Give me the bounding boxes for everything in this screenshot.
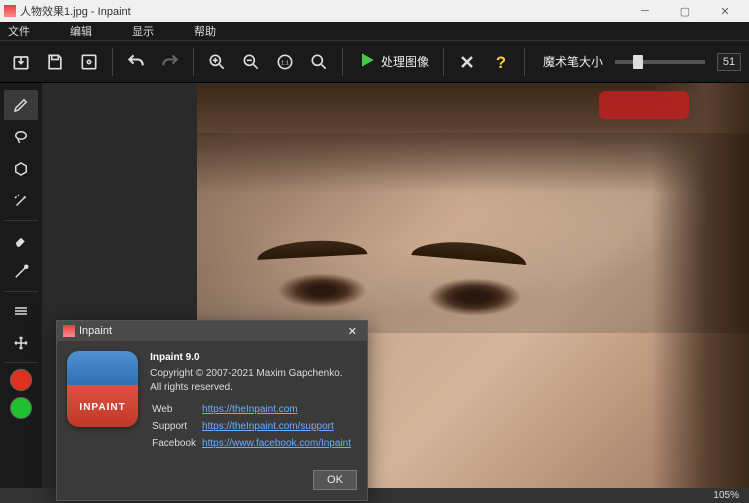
zoom-level: 105% [713,490,739,501]
close-button[interactable]: ✕ [705,0,745,22]
about-dialog: Inpaint ✕ INPAINT Inpaint 9.0 Copyright … [56,320,368,501]
app-logo-icon: INPAINT [67,351,138,427]
svg-text:1:1: 1:1 [281,60,289,66]
link-label: Web [152,403,200,418]
dialog-close-button[interactable]: ✕ [344,325,361,338]
green-color[interactable] [10,397,32,419]
zoom-in-button[interactable] [202,47,232,77]
red-color[interactable] [10,369,32,391]
copyright-text: Copyright © 2007-2021 Maxim Gapchenko. [150,367,357,381]
separator [193,48,194,76]
undo-button[interactable] [121,47,151,77]
separator [4,362,38,363]
version-heading: Inpaint 9.0 [150,351,357,365]
appname: Inpaint [98,6,131,18]
sidebar [0,83,42,488]
app-icon [4,5,16,17]
separator [112,48,113,76]
eraser-tool[interactable] [4,225,38,255]
dialog-footer: OK [57,464,367,500]
maximize-button[interactable]: ▢ [665,0,705,22]
cancel-button[interactable] [452,47,482,77]
separator [4,291,38,292]
about-info: Inpaint 9.0 Copyright © 2007-2021 Maxim … [150,351,357,454]
menu-view[interactable]: 显示 [132,23,154,39]
links-table: Webhttps://theInpaint.com Supporthttps:/… [150,401,357,454]
svg-text:?: ? [496,52,506,71]
play-icon [357,50,377,73]
ok-button[interactable]: OK [313,470,357,490]
dialog-body: INPAINT Inpaint 9.0 Copyright © 2007-202… [57,341,367,464]
dialog-app-icon [63,325,75,337]
web-link[interactable]: https://theInpaint.com [202,404,298,415]
toolbar: 1:1 处理图像 ? 魔术笔大小 [0,40,749,83]
filename: 人物效果1.jpg [20,6,88,18]
marker-tool[interactable] [4,90,38,120]
brush-size-slider[interactable] [615,60,705,64]
minimize-button[interactable]: ─ [625,0,665,22]
dialog-titlebar: Inpaint ✕ [57,321,367,341]
zoom-out-button[interactable] [236,47,266,77]
save-button[interactable] [40,47,70,77]
menu-help[interactable]: 帮助 [194,23,216,39]
separator [443,48,444,76]
zoom-fit-button[interactable] [304,47,334,77]
link-label: Support [152,420,200,435]
brush-size-input[interactable] [717,53,741,71]
link-label: Facebook [152,437,200,452]
redo-button[interactable] [155,47,185,77]
brush-size-label: 魔术笔大小 [543,53,603,70]
zoom-100-button[interactable]: 1:1 [270,47,300,77]
titlebar: 人物效果1.jpg - Inpaint ─ ▢ ✕ [0,0,749,22]
lasso-tool[interactable] [4,122,38,152]
support-link[interactable]: https://theInpaint.com/support [202,421,334,432]
move-tool[interactable] [4,328,38,358]
menubar: 文件 编辑 显示 帮助 [0,22,749,40]
process-button[interactable]: 处理图像 [351,50,435,73]
selection-mark [599,91,689,119]
batch-button[interactable] [74,47,104,77]
open-button[interactable] [6,47,36,77]
separator [342,48,343,76]
polygon-tool[interactable] [4,154,38,184]
slider-thumb[interactable] [633,55,643,69]
separator [524,48,525,76]
line-tool[interactable] [4,257,38,287]
magic-wand-tool[interactable] [4,186,38,216]
menu-edit[interactable]: 编辑 [70,23,92,39]
separator [4,220,38,221]
help-button[interactable]: ? [486,47,516,77]
menu-file[interactable]: 文件 [8,23,30,39]
rights-text: All rights reserved. [150,381,357,395]
window-title: 人物效果1.jpg - Inpaint [20,3,625,19]
reference-tool[interactable] [4,296,38,326]
facebook-link[interactable]: https://www.facebook.com/Inpaint [202,438,351,449]
process-label: 处理图像 [381,53,429,70]
dialog-title: Inpaint [79,325,344,337]
